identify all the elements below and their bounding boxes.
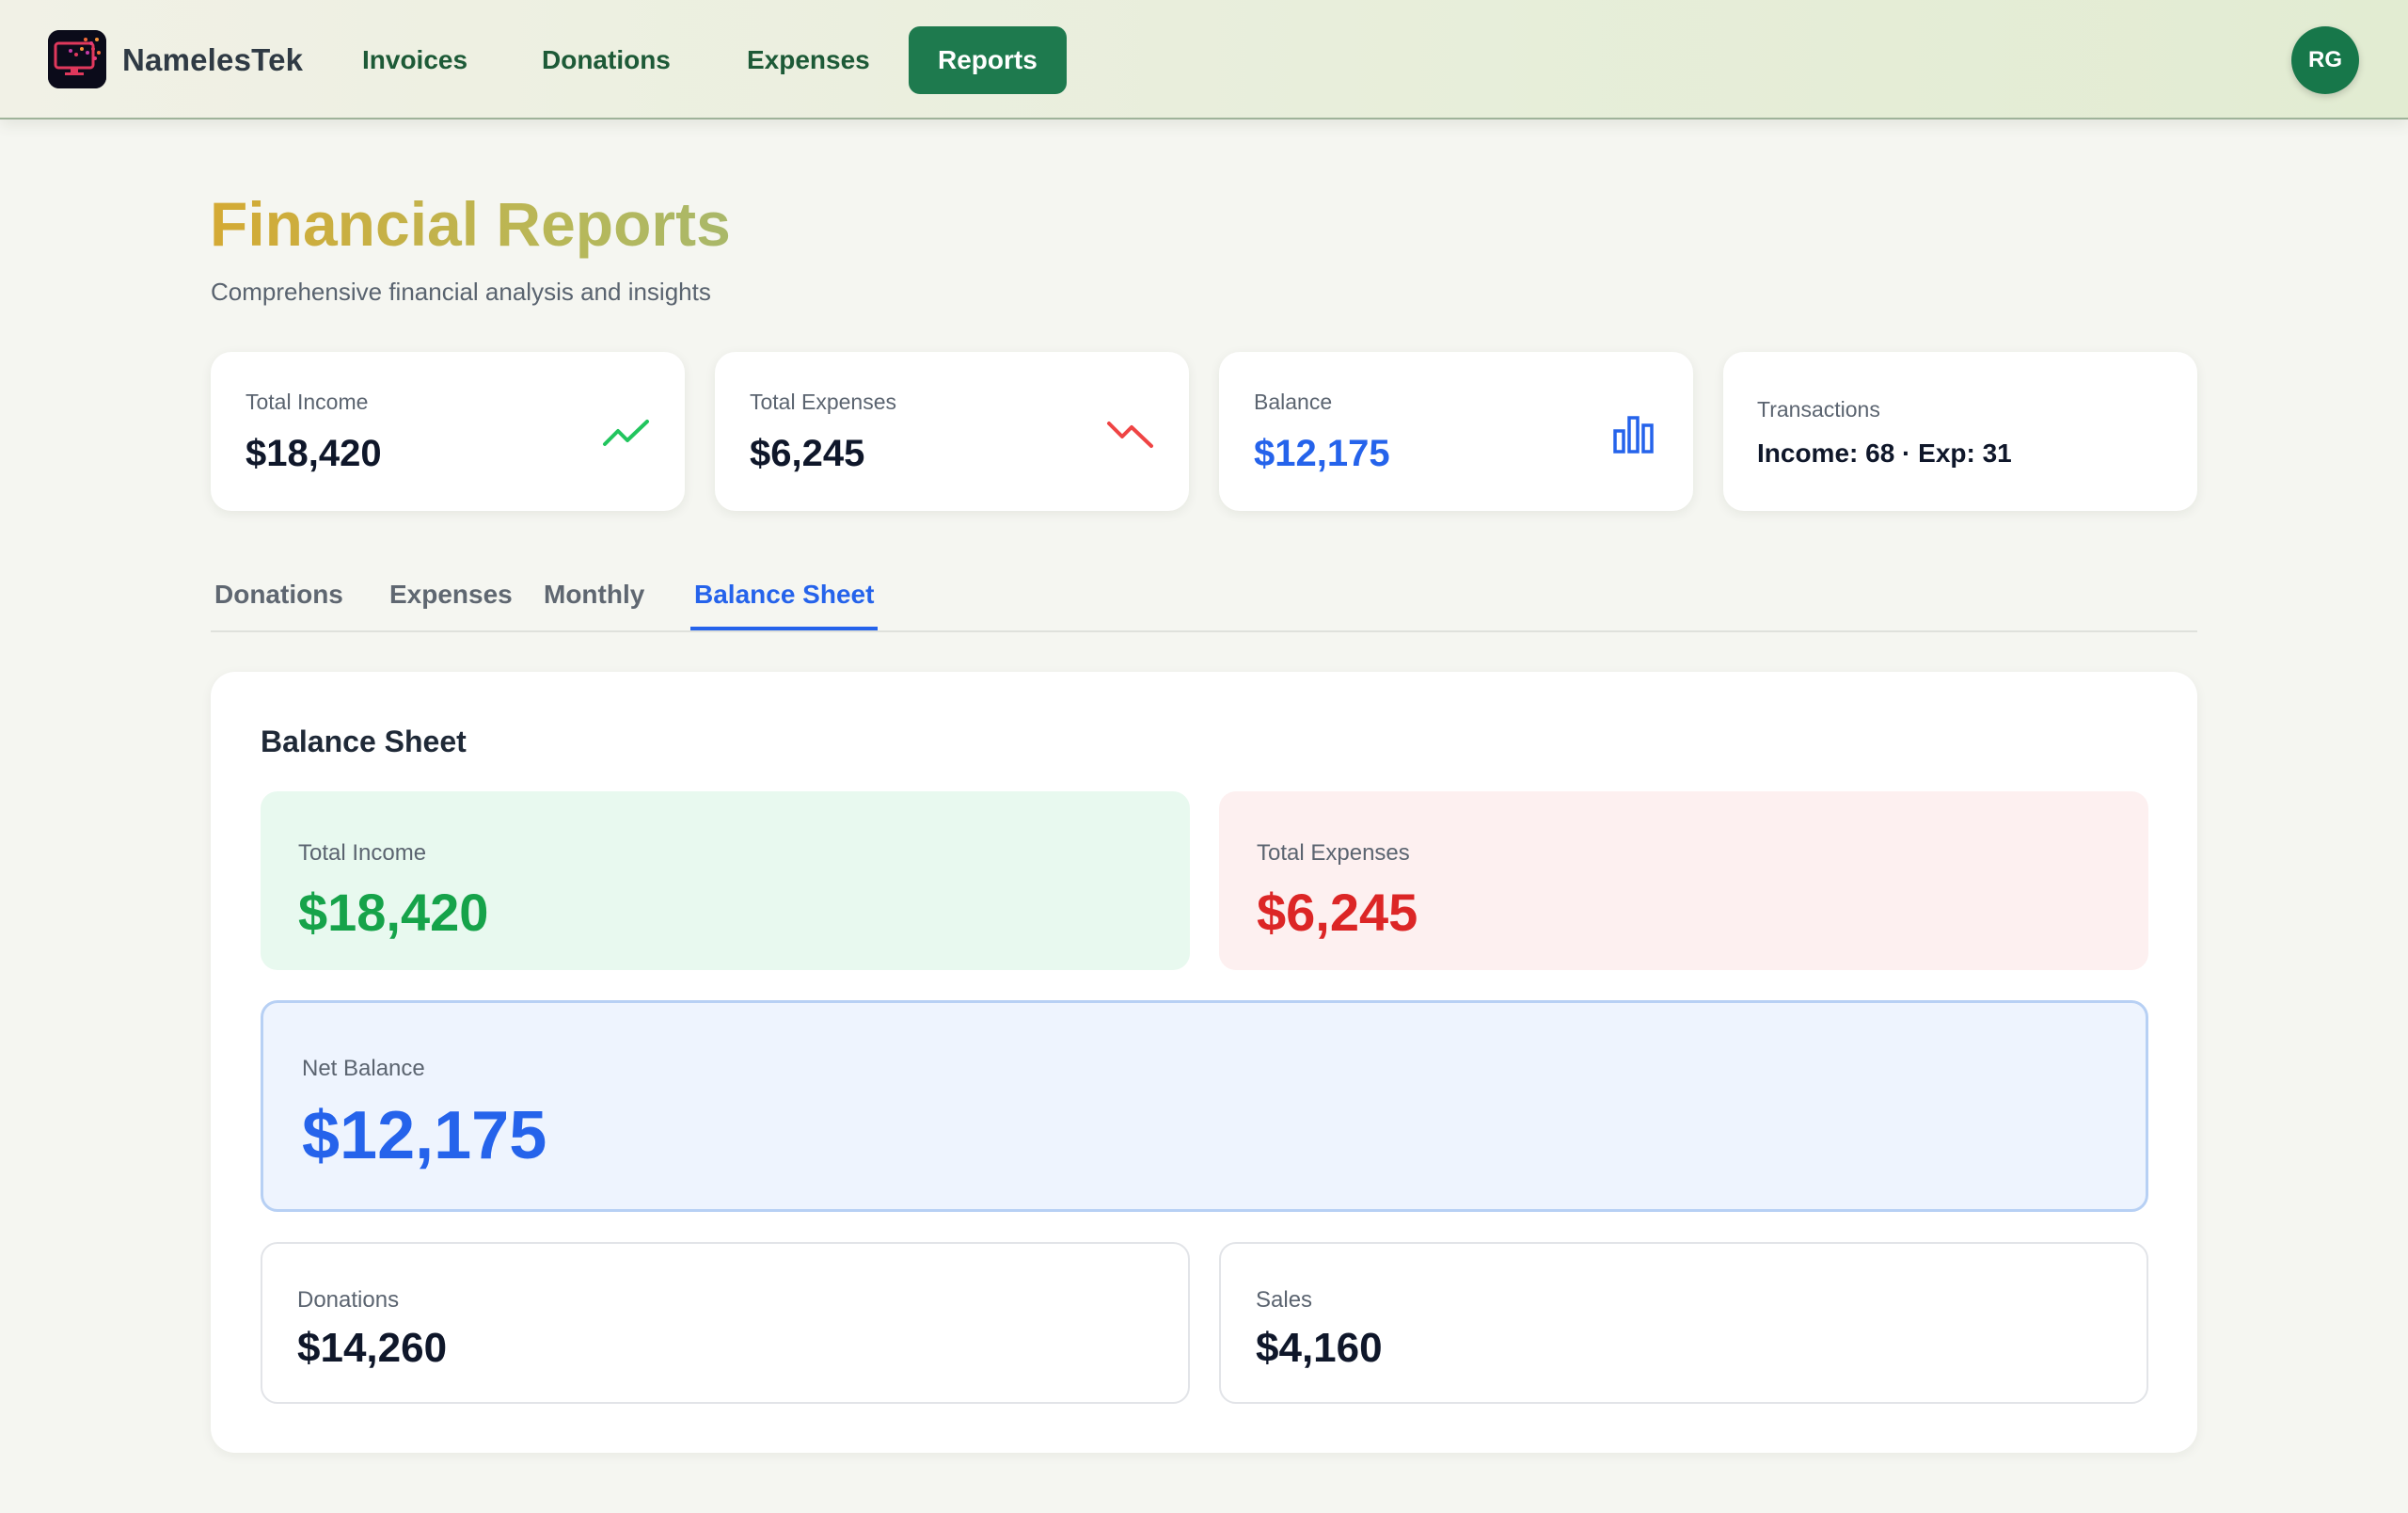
- tab-donations[interactable]: Donations: [211, 580, 347, 630]
- total-income-value: $18,420: [298, 883, 489, 942]
- sales-label: Sales: [1256, 1287, 1313, 1313]
- donations-label: Donations: [297, 1287, 400, 1313]
- total-income-box: Total Income $18,420: [261, 791, 1190, 970]
- stat-card-transactions: Transactions Income: 68 · Exp: 31: [1723, 352, 2197, 511]
- user-avatar[interactable]: RG: [2291, 26, 2359, 94]
- bar-chart-icon: [1613, 416, 1654, 454]
- stat-value: $12,175: [1254, 433, 1390, 474]
- tab-balance-sheet[interactable]: Balance Sheet: [690, 580, 879, 630]
- nav-expenses-link[interactable]: Expenses: [718, 26, 899, 94]
- donations-box: Donations $14,260: [261, 1242, 1190, 1404]
- sales-value: $4,160: [1256, 1325, 1383, 1371]
- balance-sheet-panel: Balance Sheet Total Income $18,420 Total…: [211, 672, 2197, 1453]
- stat-value: $6,245: [750, 433, 865, 474]
- report-tabs: Donations Expenses Monthly Balance Sheet: [211, 565, 2197, 632]
- panel-title: Balance Sheet: [261, 725, 467, 758]
- stat-card-total-expenses: Total Expenses $6,245: [715, 352, 1189, 511]
- sales-box: Sales $4,160: [1219, 1242, 2148, 1404]
- brand-logo-icon[interactable]: [48, 30, 106, 88]
- brand-name[interactable]: NamelesTek: [122, 42, 303, 78]
- trending-up-icon: [603, 420, 649, 446]
- transactions-summary: Income: 68 · Exp: 31: [1757, 438, 2012, 468]
- nav-reports-link[interactable]: Reports: [909, 26, 1067, 94]
- stat-label: Total Expenses: [750, 390, 896, 414]
- trending-down-icon: [1107, 422, 1153, 448]
- tab-monthly[interactable]: Monthly: [540, 580, 648, 630]
- total-expenses-box: Total Expenses $6,245: [1219, 791, 2148, 970]
- page-title: Financial Reports: [210, 189, 731, 259]
- stat-value: $18,420: [246, 433, 382, 474]
- total-income-label: Total Income: [298, 840, 427, 866]
- tab-expenses[interactable]: Expenses: [386, 580, 516, 630]
- total-expenses-value: $6,245: [1257, 883, 1418, 942]
- nav-invoices-link[interactable]: Invoices: [333, 26, 497, 94]
- stat-label: Transactions: [1757, 397, 1880, 422]
- net-balance-value: $12,175: [302, 1098, 547, 1173]
- stat-label: Balance: [1254, 390, 1333, 414]
- net-balance-box: Net Balance $12,175: [261, 1000, 2148, 1212]
- donations-value: $14,260: [297, 1325, 448, 1371]
- nav-donations-link[interactable]: Donations: [513, 26, 700, 94]
- page-subtitle: Comprehensive financial analysis and ins…: [211, 278, 711, 306]
- net-balance-label: Net Balance: [302, 1056, 425, 1081]
- total-expenses-label: Total Expenses: [1257, 840, 1410, 866]
- stat-label: Total Income: [246, 390, 369, 414]
- stat-card-balance: Balance $12,175: [1219, 352, 1693, 511]
- top-navbar: NamelesTek Invoices Donations Expenses R…: [0, 0, 2408, 119]
- stat-card-total-income: Total Income $18,420: [211, 352, 685, 511]
